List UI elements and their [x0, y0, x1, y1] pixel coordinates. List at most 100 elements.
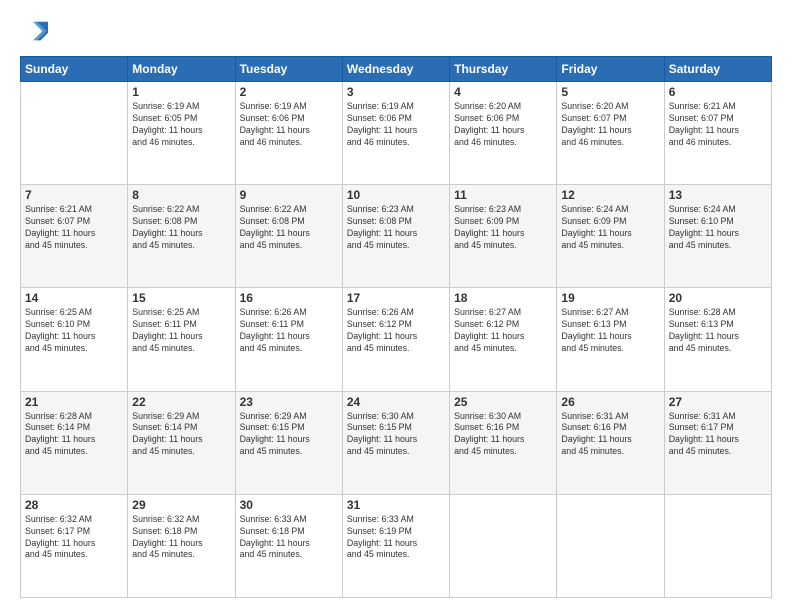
weekday-header-saturday: Saturday: [664, 57, 771, 82]
day-number: 27: [669, 395, 767, 409]
calendar-cell: [21, 82, 128, 185]
calendar-cell: [557, 494, 664, 597]
header: [20, 18, 772, 46]
day-number: 30: [240, 498, 338, 512]
week-row-2: 7 Sunrise: 6:21 AMSunset: 6:07 PMDaylight…: [21, 185, 772, 288]
weekday-header-wednesday: Wednesday: [342, 57, 449, 82]
calendar-cell: 4 Sunrise: 6:20 AMSunset: 6:06 PMDaylight…: [450, 82, 557, 185]
week-row-5: 28 Sunrise: 6:32 AMSunset: 6:17 PMDayligh…: [21, 494, 772, 597]
cell-info: Sunrise: 6:21 AMSunset: 6:07 PMDaylight:…: [669, 101, 767, 149]
calendar-cell: 12 Sunrise: 6:24 AMSunset: 6:09 PMDayligh…: [557, 185, 664, 288]
day-number: 6: [669, 85, 767, 99]
cell-info: Sunrise: 6:27 AMSunset: 6:13 PMDaylight:…: [561, 307, 659, 355]
day-number: 16: [240, 291, 338, 305]
cell-info: Sunrise: 6:19 AMSunset: 6:06 PMDaylight:…: [347, 101, 445, 149]
day-number: 26: [561, 395, 659, 409]
day-number: 18: [454, 291, 552, 305]
calendar-cell: 31 Sunrise: 6:33 AMSunset: 6:19 PMDayligh…: [342, 494, 449, 597]
cell-info: Sunrise: 6:32 AMSunset: 6:17 PMDaylight:…: [25, 514, 123, 562]
week-row-1: 1 Sunrise: 6:19 AMSunset: 6:05 PMDaylight…: [21, 82, 772, 185]
day-number: 21: [25, 395, 123, 409]
cell-info: Sunrise: 6:19 AMSunset: 6:06 PMDaylight:…: [240, 101, 338, 149]
calendar-cell: 17 Sunrise: 6:26 AMSunset: 6:12 PMDayligh…: [342, 288, 449, 391]
cell-info: Sunrise: 6:21 AMSunset: 6:07 PMDaylight:…: [25, 204, 123, 252]
calendar-cell: 30Sunrise: 6:33 AMSunset: 6:18 PMDayligh…: [235, 494, 342, 597]
calendar-cell: 6 Sunrise: 6:21 AMSunset: 6:07 PMDaylight…: [664, 82, 771, 185]
day-number: 5: [561, 85, 659, 99]
day-number: 28: [25, 498, 123, 512]
cell-info: Sunrise: 6:30 AMSunset: 6:15 PMDaylight:…: [347, 411, 445, 459]
day-number: 2: [240, 85, 338, 99]
calendar-cell: 14 Sunrise: 6:25 AMSunset: 6:10 PMDayligh…: [21, 288, 128, 391]
cell-info: Sunrise: 6:26 AMSunset: 6:11 PMDaylight:…: [240, 307, 338, 355]
calendar-cell: 1 Sunrise: 6:19 AMSunset: 6:05 PMDaylight…: [128, 82, 235, 185]
calendar-cell: 24 Sunrise: 6:30 AMSunset: 6:15 PMDayligh…: [342, 391, 449, 494]
cell-info: Sunrise: 6:20 AMSunset: 6:06 PMDaylight:…: [454, 101, 552, 149]
cell-info: Sunrise: 6:32 AMSunset: 6:18 PMDaylight:…: [132, 514, 230, 562]
calendar-cell: 5 Sunrise: 6:20 AMSunset: 6:07 PMDaylight…: [557, 82, 664, 185]
day-number: 9: [240, 188, 338, 202]
calendar-cell: 27 Sunrise: 6:31 AMSunset: 6:17 PMDayligh…: [664, 391, 771, 494]
logo-icon: [20, 18, 48, 46]
weekday-header-sunday: Sunday: [21, 57, 128, 82]
day-number: 31: [347, 498, 445, 512]
cell-info: Sunrise: 6:26 AMSunset: 6:12 PMDaylight:…: [347, 307, 445, 355]
week-row-4: 21 Sunrise: 6:28 AMSunset: 6:14 PMDayligh…: [21, 391, 772, 494]
cell-info: Sunrise: 6:31 AMSunset: 6:16 PMDaylight:…: [561, 411, 659, 459]
cell-info: Sunrise: 6:29 AMSunset: 6:15 PMDaylight:…: [240, 411, 338, 459]
cell-info: Sunrise: 6:33 AMSunset: 6:19 PMDaylight:…: [347, 514, 445, 562]
calendar-cell: 19 Sunrise: 6:27 AMSunset: 6:13 PMDayligh…: [557, 288, 664, 391]
cell-info: Sunrise: 6:29 AMSunset: 6:14 PMDaylight:…: [132, 411, 230, 459]
cell-info: Sunrise: 6:25 AMSunset: 6:10 PMDaylight:…: [25, 307, 123, 355]
day-number: 8: [132, 188, 230, 202]
calendar-cell: 29 Sunrise: 6:32 AMSunset: 6:18 PMDayligh…: [128, 494, 235, 597]
calendar-cell: 26 Sunrise: 6:31 AMSunset: 6:16 PMDayligh…: [557, 391, 664, 494]
cell-info: Sunrise: 6:31 AMSunset: 6:17 PMDaylight:…: [669, 411, 767, 459]
calendar-cell: 10Sunrise: 6:23 AMSunset: 6:08 PMDayligh…: [342, 185, 449, 288]
calendar-cell: 13 Sunrise: 6:24 AMSunset: 6:10 PMDayligh…: [664, 185, 771, 288]
calendar-cell: [664, 494, 771, 597]
cell-info: Sunrise: 6:23 AMSunset: 6:09 PMDaylight:…: [454, 204, 552, 252]
calendar-cell: 20Sunrise: 6:28 AMSunset: 6:13 PMDayligh…: [664, 288, 771, 391]
cell-info: Sunrise: 6:25 AMSunset: 6:11 PMDaylight:…: [132, 307, 230, 355]
cell-info: Sunrise: 6:24 AMSunset: 6:10 PMDaylight:…: [669, 204, 767, 252]
day-number: 7: [25, 188, 123, 202]
calendar-cell: 22 Sunrise: 6:29 AMSunset: 6:14 PMDayligh…: [128, 391, 235, 494]
day-number: 11: [454, 188, 552, 202]
day-number: 3: [347, 85, 445, 99]
weekday-header-tuesday: Tuesday: [235, 57, 342, 82]
day-number: 17: [347, 291, 445, 305]
day-number: 23: [240, 395, 338, 409]
calendar-cell: 2 Sunrise: 6:19 AMSunset: 6:06 PMDaylight…: [235, 82, 342, 185]
calendar-cell: 18Sunrise: 6:27 AMSunset: 6:12 PMDayligh…: [450, 288, 557, 391]
weekday-header-row: SundayMondayTuesdayWednesdayThursdayFrid…: [21, 57, 772, 82]
calendar-cell: 9 Sunrise: 6:22 AMSunset: 6:08 PMDaylight…: [235, 185, 342, 288]
day-number: 29: [132, 498, 230, 512]
calendar-cell: 3 Sunrise: 6:19 AMSunset: 6:06 PMDaylight…: [342, 82, 449, 185]
weekday-header-friday: Friday: [557, 57, 664, 82]
day-number: 25: [454, 395, 552, 409]
cell-info: Sunrise: 6:24 AMSunset: 6:09 PMDaylight:…: [561, 204, 659, 252]
calendar-cell: 16 Sunrise: 6:26 AMSunset: 6:11 PMDayligh…: [235, 288, 342, 391]
cell-info: Sunrise: 6:23 AMSunset: 6:08 PMDaylight:…: [347, 204, 445, 252]
calendar-cell: 11 Sunrise: 6:23 AMSunset: 6:09 PMDayligh…: [450, 185, 557, 288]
cell-info: Sunrise: 6:19 AMSunset: 6:05 PMDaylight:…: [132, 101, 230, 149]
day-number: 13: [669, 188, 767, 202]
calendar-cell: 25Sunrise: 6:30 AMSunset: 6:16 PMDayligh…: [450, 391, 557, 494]
calendar-cell: 23 Sunrise: 6:29 AMSunset: 6:15 PMDayligh…: [235, 391, 342, 494]
day-number: 19: [561, 291, 659, 305]
calendar-cell: 28 Sunrise: 6:32 AMSunset: 6:17 PMDayligh…: [21, 494, 128, 597]
day-number: 1: [132, 85, 230, 99]
day-number: 14: [25, 291, 123, 305]
day-number: 20: [669, 291, 767, 305]
cell-info: Sunrise: 6:20 AMSunset: 6:07 PMDaylight:…: [561, 101, 659, 149]
cell-info: Sunrise: 6:22 AMSunset: 6:08 PMDaylight:…: [240, 204, 338, 252]
calendar-cell: [450, 494, 557, 597]
week-row-3: 14 Sunrise: 6:25 AMSunset: 6:10 PMDayligh…: [21, 288, 772, 391]
page: SundayMondayTuesdayWednesdayThursdayFrid…: [0, 0, 792, 612]
day-number: 4: [454, 85, 552, 99]
day-number: 24: [347, 395, 445, 409]
day-number: 12: [561, 188, 659, 202]
cell-info: Sunrise: 6:28 AMSunset: 6:14 PMDaylight:…: [25, 411, 123, 459]
day-number: 22: [132, 395, 230, 409]
